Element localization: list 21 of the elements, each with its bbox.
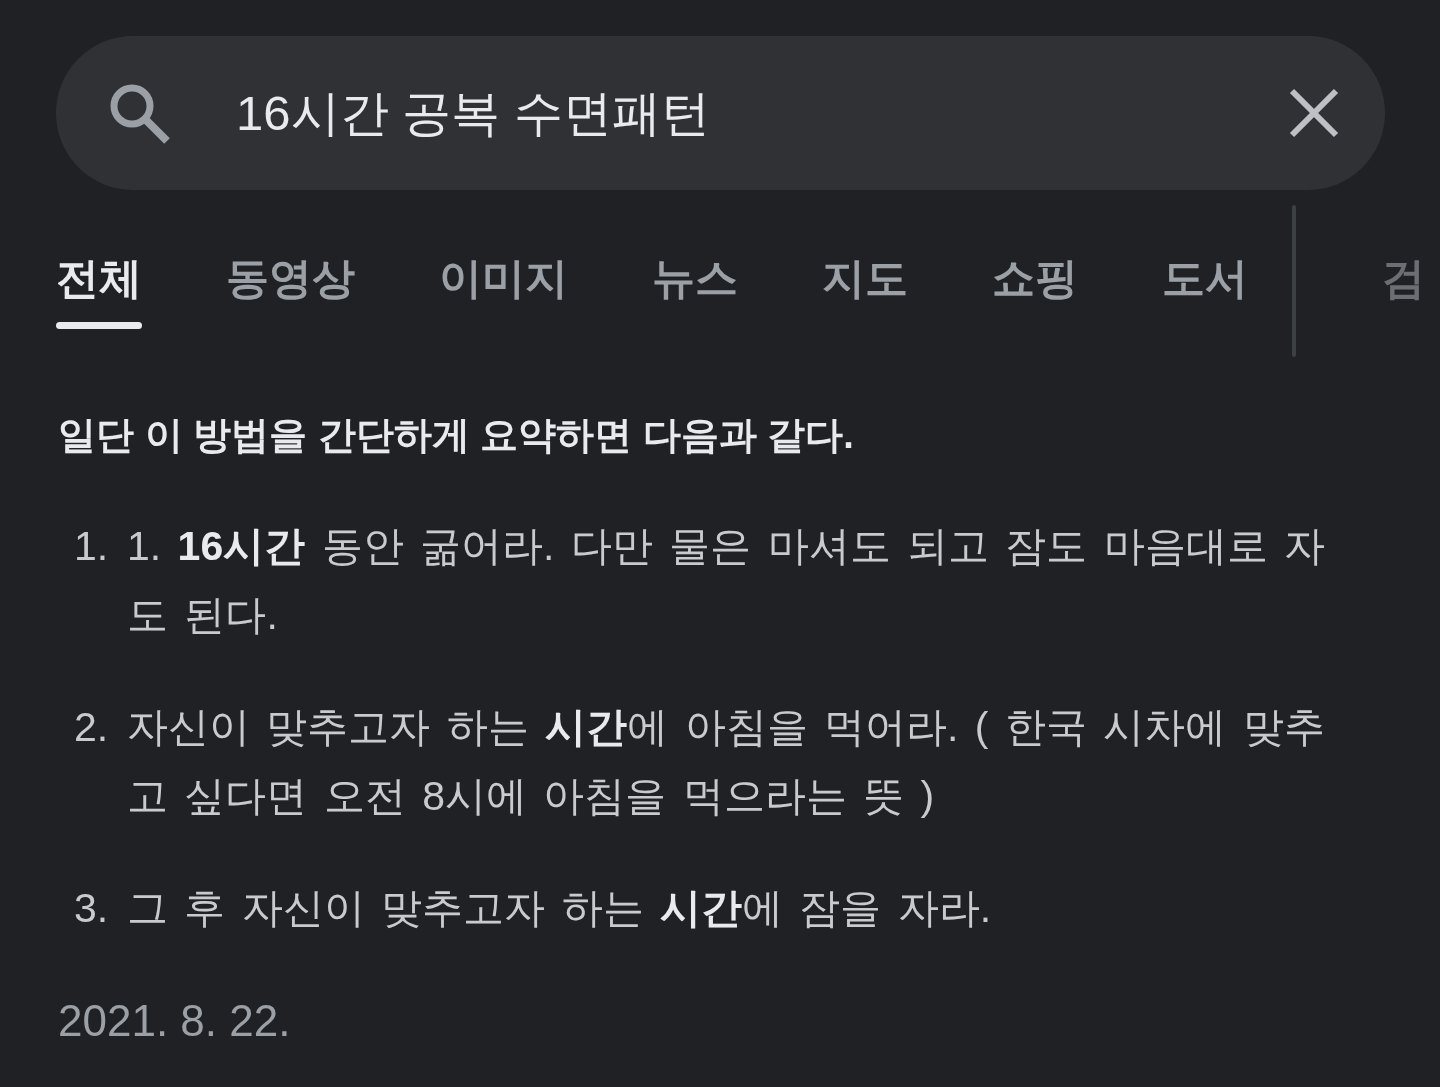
search-query: 16시간 공복 수면패턴 [236,85,711,142]
list-item-text: 그 후 자신이 맞추고자 하는 시간에 잠을 자라. [127,884,993,933]
search-field[interactable]: 16시간 공복 수면패턴 [56,36,1385,190]
tab[interactable]: 검 [1382,205,1425,303]
tab[interactable]: 뉴스 [652,205,738,357]
search-icon [108,82,170,144]
tab[interactable]: 동영상 [226,205,355,357]
list-number: 2. [73,703,110,752]
clear-button[interactable] [1289,88,1339,138]
close-icon [1289,88,1339,138]
tab[interactable]: 도서 [1162,205,1248,357]
snippet-heading: 일단 이 방법을 간단하게 요약하면 다음과 같다. [57,413,855,458]
list-item-text: 자신이 맞추고자 하는 시간에 아침을 먹어라. ( 한국 시차에 맞추고 싶다면 오전 8시에 아침을 먹으라는 뜻 ) [127,703,1326,821]
tab[interactable]: 이미지 [439,205,568,357]
tab[interactable]: 지도 [822,205,908,357]
tab[interactable]: 전체 [56,205,142,357]
list-number: 1. [73,522,110,571]
tab[interactable]: 쇼핑 [992,205,1078,357]
snippet-date: 2021. 8. 22. [57,995,292,1047]
list-number: 3. [73,884,110,933]
list-item-text: 1. 16시간 동안 굶어라. 다만 물은 마셔도 되고 잠도 마음대로 자도 된다. [127,522,1327,640]
